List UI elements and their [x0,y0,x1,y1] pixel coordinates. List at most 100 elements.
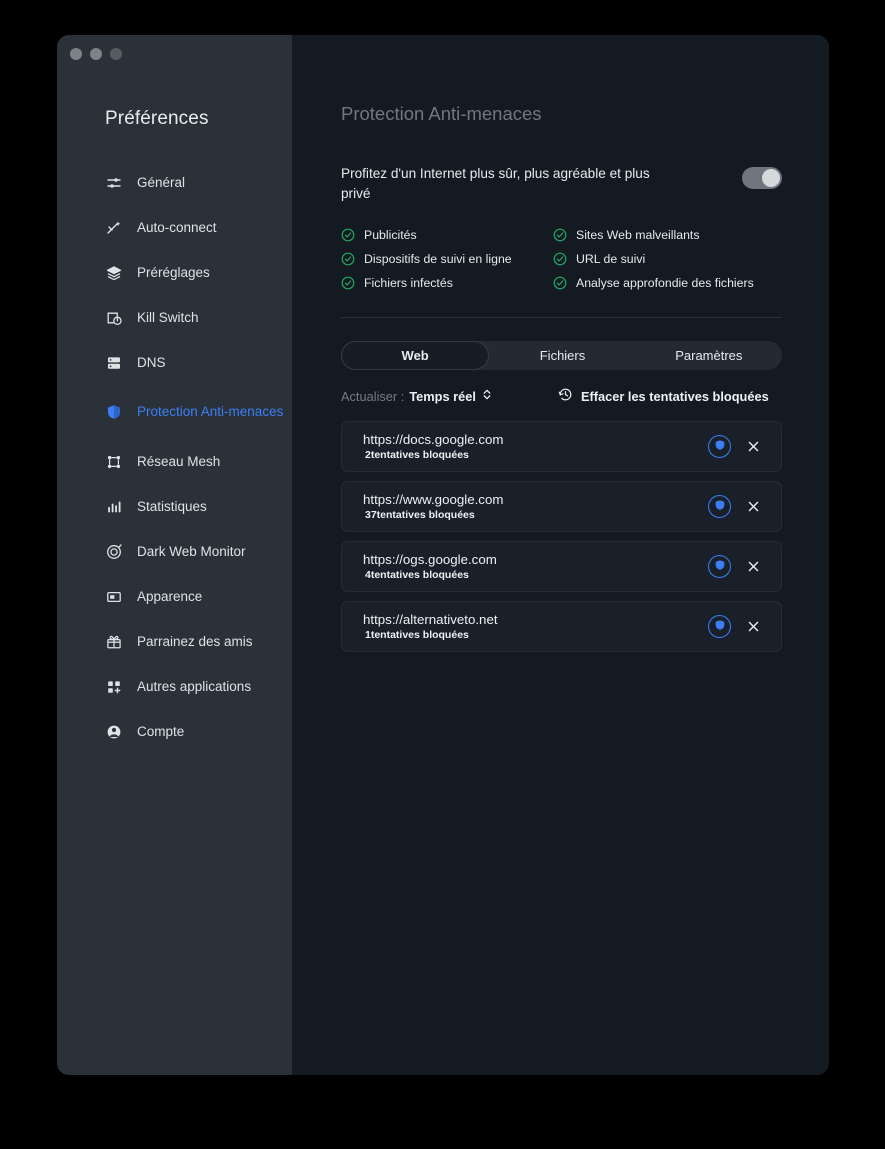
row-url: https://alternativeto.net [363,612,498,628]
sidebar-item-preglages[interactable]: Préréglages [57,250,292,295]
sidebar-item-threat-protection[interactable]: Protection Anti-menaces [57,385,292,439]
main-content: Protection Anti-menaces Profitez d'un In… [292,35,829,1075]
feature-label: Sites Web malveillants [576,228,700,243]
server-icon [105,354,123,372]
minimize-window-button[interactable] [90,48,102,60]
toggle-knob [762,169,780,187]
feature-item: Analyse approfondie des fichiers [553,276,782,290]
shield-icon [714,618,726,636]
shield-button[interactable] [708,615,731,639]
shield-icon [105,403,123,421]
sidebar-item-appearance[interactable]: Apparence [57,574,292,619]
section-divider [341,317,782,319]
grid-plus-icon [105,678,123,696]
sidebar-item-label: Réseau Mesh [137,454,221,469]
table-row[interactable]: https://docs.google.com 2tentatives bloq… [341,421,782,473]
preferences-window: Préférences Général Auto-connect Prérégl… [57,35,829,1075]
sidebar-item-kill-switch[interactable]: Kill Switch [57,295,292,340]
row-texts: https://ogs.google.com 4tentatives bloqu… [363,552,708,581]
tab-bar: Web Fichiers Paramètres [341,341,782,371]
row-actions [708,615,761,639]
sidebar-item-label: Apparence [137,589,203,604]
sidebar-item-mesh-network[interactable]: Réseau Mesh [57,439,292,484]
shield-button[interactable] [708,435,731,459]
remove-row-button[interactable] [745,619,761,635]
sliders-icon [105,174,123,192]
remove-row-button[interactable] [745,559,761,575]
table-row[interactable]: https://www.google.com 37tentatives bloq… [341,481,782,533]
feature-item: Publicités [341,228,553,242]
check-circle-icon [341,228,355,242]
remove-row-button[interactable] [745,499,761,515]
magic-wand-icon [105,219,123,237]
sidebar-item-account[interactable]: Compte [57,709,292,754]
row-actions [708,435,761,459]
shield-icon [714,438,726,456]
row-actions [708,495,761,519]
feature-label: Analyse approfondie des fichiers [576,276,754,291]
sidebar-item-label: Autres applications [137,679,252,694]
zoom-window-button[interactable] [110,48,122,60]
sidebar-item-label: Protection Anti-menaces [137,403,284,419]
sidebar-item-label: Auto-connect [137,220,217,235]
refresh-select[interactable]: Temps réel [409,388,492,404]
sidebar-item-statistics[interactable]: Statistiques [57,484,292,529]
feature-item: Sites Web malveillants [553,228,782,242]
sidebar-item-label: DNS [137,355,166,370]
shield-button[interactable] [708,555,731,579]
table-row[interactable]: https://alternativeto.net 1tentatives bl… [341,601,782,653]
history-clock-icon [558,387,573,405]
row-url: https://ogs.google.com [363,552,497,568]
blocked-attempts-list: https://docs.google.com 2tentatives bloq… [341,421,782,653]
tab-parametres[interactable]: Paramètres [636,341,782,370]
layers-icon [105,264,123,282]
sidebar-item-dark-web-monitor[interactable]: Dark Web Monitor [57,529,292,574]
sidebar-item-label: Général [137,175,186,190]
check-circle-icon [553,228,567,242]
sidebar-item-refer-friends[interactable]: Parrainez des amis [57,619,292,664]
refresh-selected-value: Temps réel [409,388,476,404]
window-icon [105,588,123,606]
threat-protection-toggle[interactable] [742,167,782,189]
list-controls: Actualiser : Temps réel Effacer les tent… [341,387,782,405]
feature-item: URL de suivi [553,252,782,266]
bar-chart-icon [105,498,123,516]
sidebar-item-other-apps[interactable]: Autres applications [57,664,292,709]
tab-fichiers[interactable]: Fichiers [489,341,635,370]
check-circle-icon [553,276,567,290]
refresh-label: Actualiser : [341,388,405,404]
check-circle-icon [553,252,567,266]
sidebar-item-label: Statistiques [137,499,207,514]
remove-row-button[interactable] [745,439,761,455]
chevron-up-down-icon [482,388,492,404]
shield-icon [714,498,726,516]
gift-icon [105,633,123,651]
row-texts: https://alternativeto.net 1tentatives bl… [363,612,708,641]
sidebar: Préférences Général Auto-connect Prérégl… [57,35,292,1075]
clear-blocked-attempts-button[interactable]: Effacer les tentatives bloquées [558,387,769,405]
row-attempts: 1tentatives bloquées [365,629,469,642]
row-attempts: 4tentatives bloquées [365,569,469,582]
row-texts: https://www.google.com 37tentatives bloq… [363,492,708,521]
sidebar-item-dns[interactable]: DNS [57,340,292,385]
row-texts: https://docs.google.com 2tentatives bloq… [363,432,708,461]
power-switch-icon [105,309,123,327]
close-window-button[interactable] [70,48,82,60]
sidebar-item-general[interactable]: Général [57,160,292,205]
tab-web[interactable]: Web [341,341,490,371]
table-row[interactable]: https://ogs.google.com 4tentatives bloqu… [341,541,782,593]
row-actions [708,555,761,579]
row-attempts: 37tentatives bloquées [365,509,475,522]
sidebar-item-label: Compte [137,724,185,739]
features-list: Publicités Sites Web malveillants Dispos… [341,228,782,290]
feature-item: Fichiers infectés [341,276,553,290]
clear-button-label: Effacer les tentatives bloquées [580,388,769,404]
sidebar-title: Préférences [105,108,209,129]
sidebar-item-auto-connect[interactable]: Auto-connect [57,205,292,250]
check-circle-icon [341,276,355,290]
shield-button[interactable] [708,495,731,519]
window-traffic-lights [57,35,292,60]
feature-label: URL de suivi [576,252,646,267]
row-url: https://www.google.com [363,492,504,508]
shield-icon [714,558,726,576]
